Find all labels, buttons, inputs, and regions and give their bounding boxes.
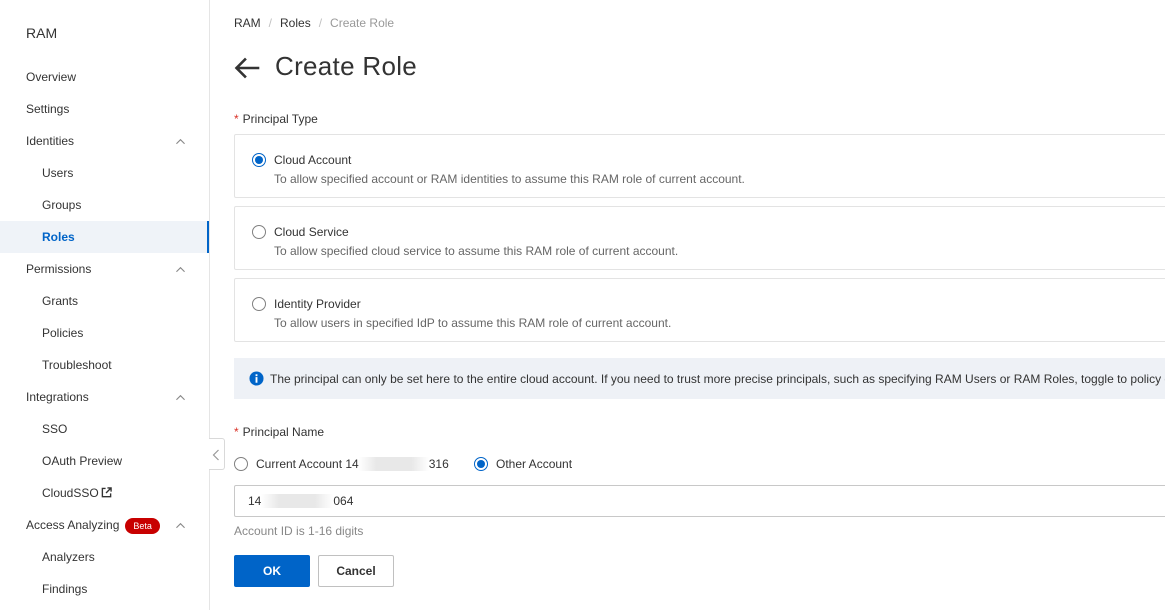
redacted-mask <box>261 494 334 508</box>
sidebar-item-label: Analyzers <box>42 550 95 564</box>
principal-type-label: * Principal Type <box>234 112 318 126</box>
sidebar-item-label: OAuth Preview <box>42 454 123 468</box>
principal-option-cloud-service[interactable]: Cloud Service To allow specified cloud s… <box>234 206 1165 270</box>
sidebar-item-label: Overview <box>26 70 77 84</box>
back-arrow-icon[interactable] <box>234 57 260 79</box>
sidebar-group-integrations[interactable]: Integrations <box>0 381 209 413</box>
sidebar-group-access-analyzing[interactable]: Access Analyzing Beta <box>0 509 209 541</box>
external-link-icon <box>101 487 112 498</box>
sidebar-group-identities[interactable]: Identities <box>0 125 209 157</box>
chevron-left-icon <box>212 449 219 461</box>
sidebar-item-label: Permissions <box>26 262 92 276</box>
sidebar-item-troubleshoot[interactable]: Troubleshoot <box>0 349 209 381</box>
info-icon <box>249 371 264 386</box>
breadcrumb-roles[interactable]: Roles <box>280 16 311 30</box>
other-account-label: Other Account <box>496 457 573 471</box>
sidebar-group-permissions[interactable]: Permissions <box>0 253 209 285</box>
input-value-suffix: 064 <box>333 494 354 508</box>
sidebar-item-policies[interactable]: Policies <box>0 317 209 349</box>
sidebar-item-label: Grants <box>42 294 79 308</box>
radio-cloud-account[interactable] <box>252 153 266 167</box>
option-description: To allow specified account or RAM identi… <box>274 172 745 186</box>
option-title: Cloud Account <box>274 153 352 167</box>
required-asterisk: * <box>234 425 239 439</box>
redacted-mask <box>358 457 429 471</box>
breadcrumb-current: Create Role <box>330 16 395 30</box>
sidebar-item-oauth-preview[interactable]: OAuth Preview <box>0 445 209 477</box>
sidebar-item-label: CloudSSO <box>42 486 99 500</box>
sidebar-item-label: Troubleshoot <box>42 358 112 372</box>
radio-current-account[interactable]: Current Account 14 316 <box>234 457 449 471</box>
sidebar-item-groups[interactable]: Groups <box>0 189 209 221</box>
principal-name-label: * Principal Name <box>234 425 325 439</box>
sidebar-item-grants[interactable]: Grants <box>0 285 209 317</box>
breadcrumb-separator: / <box>318 16 323 30</box>
sidebar-item-analyzers[interactable]: Analyzers <box>0 541 209 573</box>
radio-other-account[interactable]: Other Account <box>474 457 572 471</box>
account-id-help: Account ID is 1-16 digits <box>234 524 364 538</box>
sidebar-item-label: Findings <box>42 582 88 596</box>
sidebar: RAM Overview Settings Identities Users G… <box>0 0 210 610</box>
sidebar-item-overview[interactable]: Overview <box>0 61 209 93</box>
breadcrumb: RAM / Roles / Create Role <box>234 16 394 30</box>
sidebar-item-cloudsso[interactable]: CloudSSO <box>0 477 209 509</box>
sidebar-item-label: Policies <box>42 326 84 340</box>
option-title: Identity Provider <box>274 297 361 311</box>
sidebar-item-findings[interactable]: Findings <box>0 573 209 605</box>
page-title: Create Role <box>275 51 418 81</box>
required-asterisk: * <box>234 112 239 126</box>
sidebar-item-label: Settings <box>26 102 70 116</box>
sidebar-item-label: Users <box>42 166 74 180</box>
ok-button[interactable]: OK <box>234 555 310 587</box>
option-description: To allow specified cloud service to assu… <box>274 244 679 258</box>
principal-option-cloud-account[interactable]: Cloud Account To allow specified account… <box>234 134 1165 198</box>
chevron-up-icon[interactable] <box>176 521 185 530</box>
chevron-up-icon[interactable] <box>176 265 185 274</box>
chevron-up-icon[interactable] <box>176 137 185 146</box>
radio-button[interactable] <box>474 457 488 471</box>
breadcrumb-separator: / <box>268 16 273 30</box>
current-account-label: Current Account 14 <box>256 457 359 471</box>
sidebar-item-label: Identities <box>26 134 75 148</box>
notice-text: The principal can only be set here to th… <box>270 372 1165 386</box>
sidebar-item-label: Groups <box>42 198 82 212</box>
sidebar-item-sso[interactable]: SSO <box>0 413 209 445</box>
cancel-button[interactable]: Cancel <box>318 555 394 587</box>
principal-option-identity-provider[interactable]: Identity Provider To allow users in spec… <box>234 278 1165 342</box>
radio-button[interactable] <box>234 457 248 471</box>
sidebar-item-label: SSO <box>42 422 68 436</box>
beta-badge: Beta <box>125 517 160 534</box>
sidebar-collapse-button[interactable] <box>209 438 225 470</box>
radio-cloud-service[interactable] <box>252 225 266 239</box>
sidebar-item-label: Access Analyzing <box>26 518 120 532</box>
account-id-input[interactable]: 14 064 <box>234 485 1165 517</box>
sidebar-item-settings[interactable]: Settings <box>0 93 209 125</box>
app-title: RAM <box>26 25 58 41</box>
option-title: Cloud Service <box>274 225 349 239</box>
radio-identity-provider[interactable] <box>252 297 266 311</box>
sidebar-item-label: Integrations <box>26 390 89 404</box>
current-account-suffix: 316 <box>428 457 449 471</box>
info-notice: The principal can only be set here to th… <box>234 358 1165 399</box>
breadcrumb-ram[interactable]: RAM <box>234 16 261 30</box>
sidebar-item-label: Roles <box>42 230 75 244</box>
chevron-up-icon[interactable] <box>176 393 185 402</box>
sidebar-item-roles[interactable]: Roles <box>0 221 209 253</box>
input-value-prefix: 14 <box>248 494 262 508</box>
sidebar-item-users[interactable]: Users <box>0 157 209 189</box>
option-description: To allow users in specified IdP to assum… <box>274 316 672 330</box>
